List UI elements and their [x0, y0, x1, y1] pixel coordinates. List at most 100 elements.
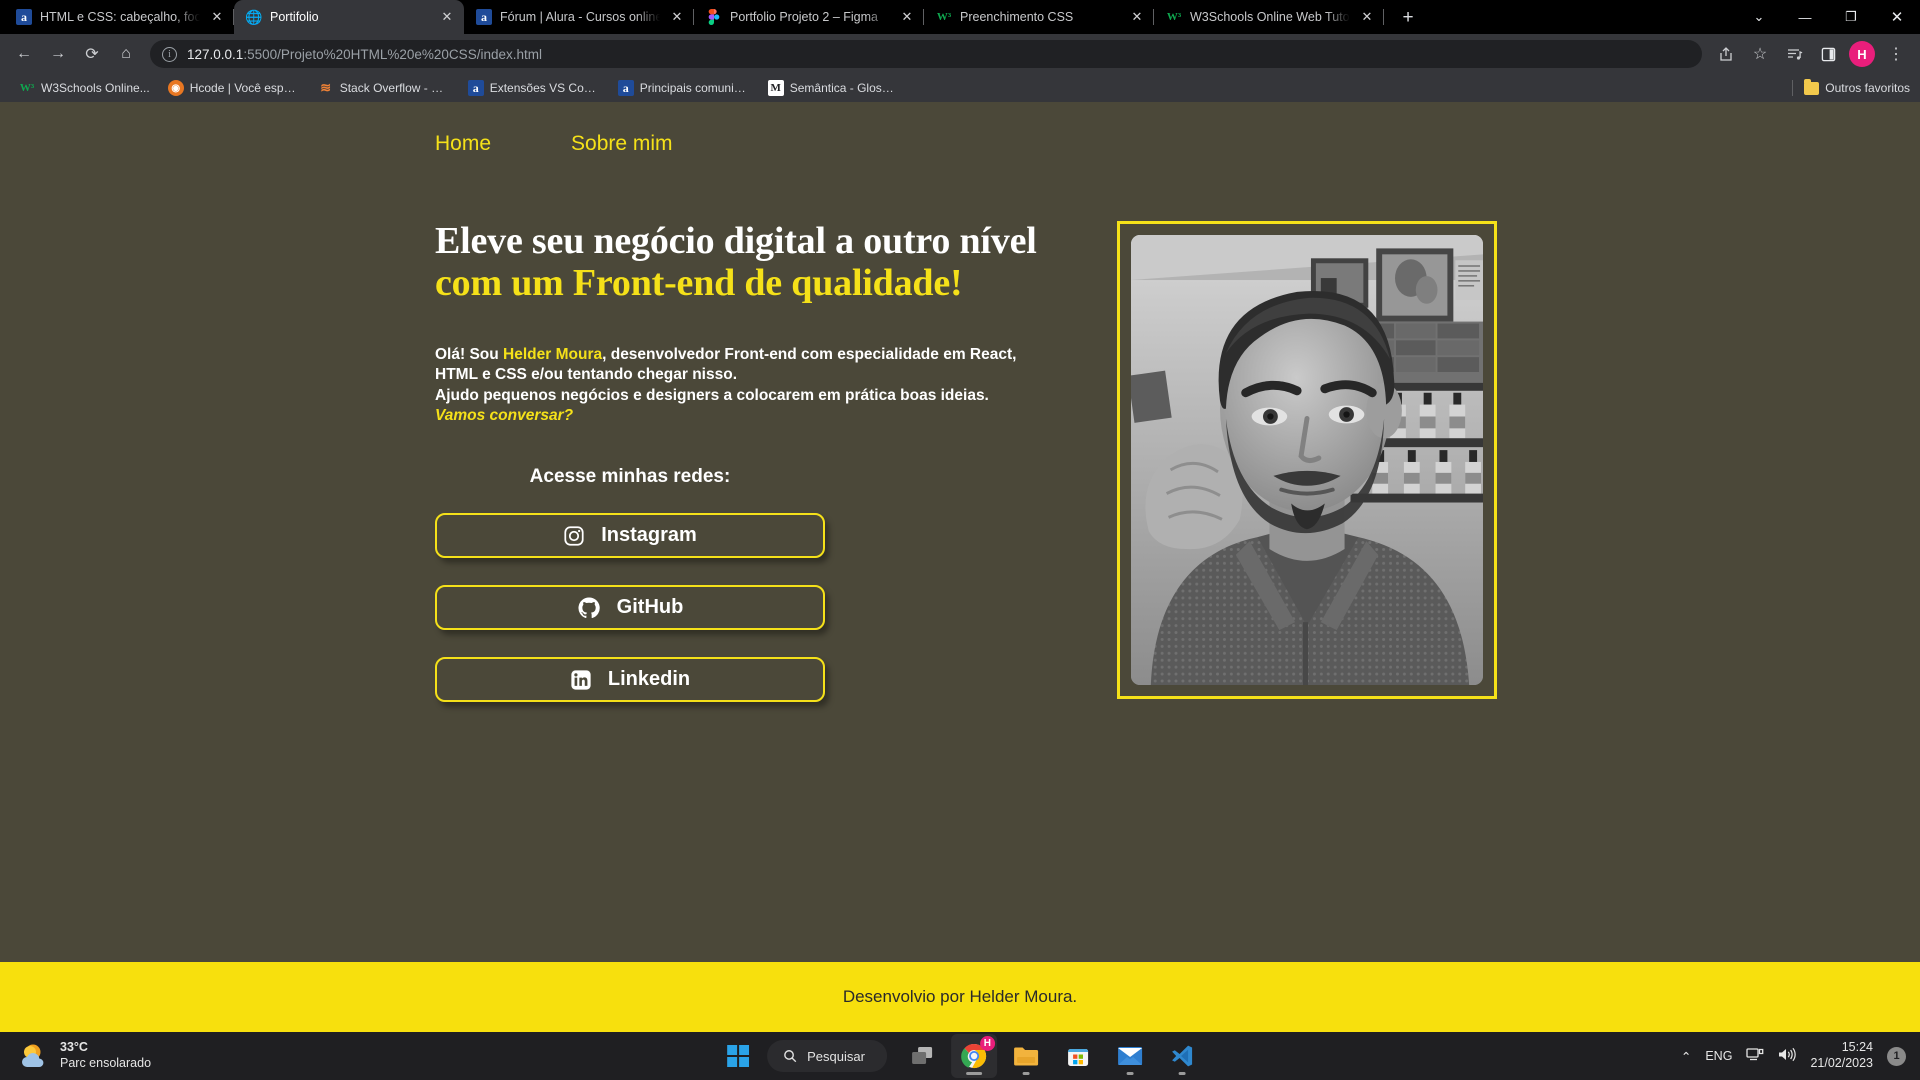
close-icon[interactable]: ✕ [668, 8, 686, 26]
file-explorer-icon[interactable] [1003, 1034, 1049, 1078]
toolbar-right-actions: ☆ H ⋮ [1710, 38, 1912, 70]
bookmarks-bar: W³ W3Schools Online... ◉ Hcode | Você es… [0, 74, 1920, 102]
bookmark-item[interactable]: M Semântica - Glossár... [759, 77, 909, 99]
site-info-icon[interactable]: i [162, 46, 177, 62]
mail-icon[interactable] [1107, 1034, 1153, 1078]
bookmark-label: Extensões VS Code:... [489, 81, 600, 95]
linkedin-icon [571, 670, 591, 690]
close-icon[interactable]: ✕ [898, 8, 916, 26]
bookmark-label: Hcode | Você espec... [189, 81, 300, 95]
bookmark-item[interactable]: ◉ Hcode | Você espec... [159, 77, 309, 99]
instagram-button[interactable]: Instagram [435, 513, 825, 559]
clock[interactable]: 15:24 21/02/2023 [1810, 1040, 1873, 1071]
back-icon[interactable]: ← [8, 38, 40, 70]
close-icon[interactable]: ✕ [438, 8, 456, 26]
weather-widget[interactable]: 33°C Parc ensolarado [0, 1040, 151, 1071]
language-indicator[interactable]: ENG [1705, 1049, 1732, 1063]
address-bar[interactable]: i 127.0.0.1:5500/Projeto%20HTML%20e%20CS… [150, 40, 1702, 68]
reload-icon[interactable]: ⟳ [76, 38, 108, 70]
bookmark-item[interactable]: ≋ Stack Overflow - W... [309, 77, 459, 99]
chrome-menu-icon[interactable]: ⋮ [1880, 38, 1912, 70]
share-icon[interactable] [1710, 38, 1742, 70]
browser-tab[interactable]: a Fórum | Alura - Cursos online de ✕ [464, 0, 694, 34]
tab-title: Portfolio Projeto 2 – Figma [730, 10, 878, 24]
forward-icon[interactable]: → [42, 38, 74, 70]
close-icon[interactable]: ✕ [1128, 8, 1146, 26]
microsoft-store-icon[interactable] [1055, 1034, 1101, 1078]
browser-tab-active[interactable]: 🌐 Portifolio ✕ [234, 0, 464, 34]
system-tray: ⌃ ENG 15:24 21/02/2023 1 [1681, 1040, 1906, 1071]
screen: a HTML e CSS: cabeçalho, footer e ✕ 🌐 Po… [0, 0, 1920, 1080]
chrome-browser-window: a HTML e CSS: cabeçalho, footer e ✕ 🌐 Po… [0, 0, 1920, 1032]
weather-icon [20, 1043, 50, 1069]
browser-tab[interactable]: a HTML e CSS: cabeçalho, footer e ✕ [4, 0, 234, 34]
nav-link-sobre-mim[interactable]: Sobre mim [571, 132, 673, 156]
headline-line-1: Eleve seu negócio digital a outro nível [435, 220, 1037, 262]
browser-tab[interactable]: W³ Preenchimento CSS ✕ [924, 0, 1154, 34]
social-links-list: Instagram GitHub Linkedin [435, 513, 825, 703]
hcode-icon: ◉ [167, 80, 184, 96]
other-bookmarks[interactable]: Outros favoritos [1792, 74, 1910, 102]
alura-icon: a [617, 80, 634, 96]
weather-text: 33°C Parc ensolarado [60, 1040, 151, 1071]
tab-title: Preenchimento CSS [960, 10, 1074, 24]
avatar[interactable]: H [1846, 38, 1878, 70]
tray-chevron-up-icon[interactable]: ⌃ [1681, 1049, 1691, 1064]
side-panel-icon[interactable] [1812, 38, 1844, 70]
bio-greeting: Olá! Sou [435, 345, 504, 363]
bookmark-star-icon[interactable]: ☆ [1744, 38, 1776, 70]
page-viewport: Home Sobre mim Eleve seu negócio digital… [0, 102, 1920, 1032]
chrome-profile-badge: H [979, 1036, 995, 1051]
figma-icon [706, 9, 722, 25]
linkedin-button[interactable]: Linkedin [435, 657, 825, 703]
bio-paragraph: Olá! Sou Helder Moura, desenvolvedor Fro… [435, 345, 1055, 427]
bookmark-item[interactable]: a Principais comunid... [609, 77, 759, 99]
reading-list-icon[interactable] [1778, 38, 1810, 70]
tab-strip: a HTML e CSS: cabeçalho, footer e ✕ 🌐 Po… [0, 0, 1920, 34]
chevron-down-icon[interactable]: ⌄ [1736, 0, 1782, 34]
browser-tab[interactable]: W³ W3Schools Online Web Tutorials ✕ [1154, 0, 1384, 34]
github-label: GitHub [616, 596, 684, 619]
windows-start-icon[interactable] [715, 1034, 761, 1078]
w3schools-icon: W³ [936, 11, 952, 23]
url-path: :5500/Projeto%20HTML%20e%20CSS/index.htm… [243, 46, 542, 62]
alura-icon: a [476, 9, 492, 25]
globe-icon: 🌐 [246, 9, 262, 25]
minimize-button[interactable]: — [1782, 0, 1828, 34]
bookmark-label: Stack Overflow - W... [339, 81, 450, 95]
profile-photo-frame [1117, 221, 1497, 699]
github-icon [578, 597, 600, 618]
chrome-icon[interactable]: H [950, 1034, 997, 1078]
close-icon[interactable]: ✕ [208, 8, 226, 26]
alura-icon: a [16, 9, 32, 25]
tab-title: Portifolio [270, 10, 319, 24]
profile-photo-image [1131, 235, 1483, 685]
tab-title: W3Schools Online Web Tutorials [1190, 10, 1350, 24]
linkedin-label: Linkedin [607, 668, 691, 691]
close-window-button[interactable]: ✕ [1874, 0, 1920, 34]
vscode-icon[interactable] [1159, 1034, 1205, 1078]
bookmark-item[interactable]: W³ W3Schools Online... [10, 77, 159, 99]
headline-line-2: com um Front-end de qualidade! [435, 261, 963, 304]
weather-description: Parc ensolarado [60, 1056, 152, 1070]
github-button[interactable]: GitHub [435, 585, 825, 631]
bookmark-item[interactable]: a Extensões VS Code:... [459, 77, 609, 99]
url-host: 127.0.0.1 [187, 46, 244, 62]
w3schools-icon: W³ [1166, 11, 1182, 23]
network-icon[interactable] [1746, 1047, 1764, 1065]
medium-icon: M [767, 80, 784, 96]
clock-time: 15:24 [1841, 1040, 1873, 1055]
windows-taskbar: 33°C Parc ensolarado Pesquisar H ⌃ ENG 1… [0, 1032, 1920, 1080]
notification-badge[interactable]: 1 [1887, 1046, 1906, 1066]
new-tab-button[interactable]: + [1394, 3, 1422, 31]
search-icon [784, 1050, 797, 1063]
restore-button[interactable]: ❐ [1828, 0, 1874, 34]
search-input[interactable]: Pesquisar [767, 1040, 887, 1072]
volume-icon[interactable] [1778, 1047, 1797, 1065]
page-title: Eleve seu negócio digital a outro nível … [435, 220, 1055, 305]
nav-link-home[interactable]: Home [435, 132, 491, 156]
browser-tab[interactable]: Portfolio Projeto 2 – Figma ✕ [694, 0, 924, 34]
home-icon[interactable]: ⌂ [110, 38, 142, 70]
close-icon[interactable]: ✕ [1358, 8, 1376, 26]
task-view-icon[interactable] [899, 1034, 945, 1078]
